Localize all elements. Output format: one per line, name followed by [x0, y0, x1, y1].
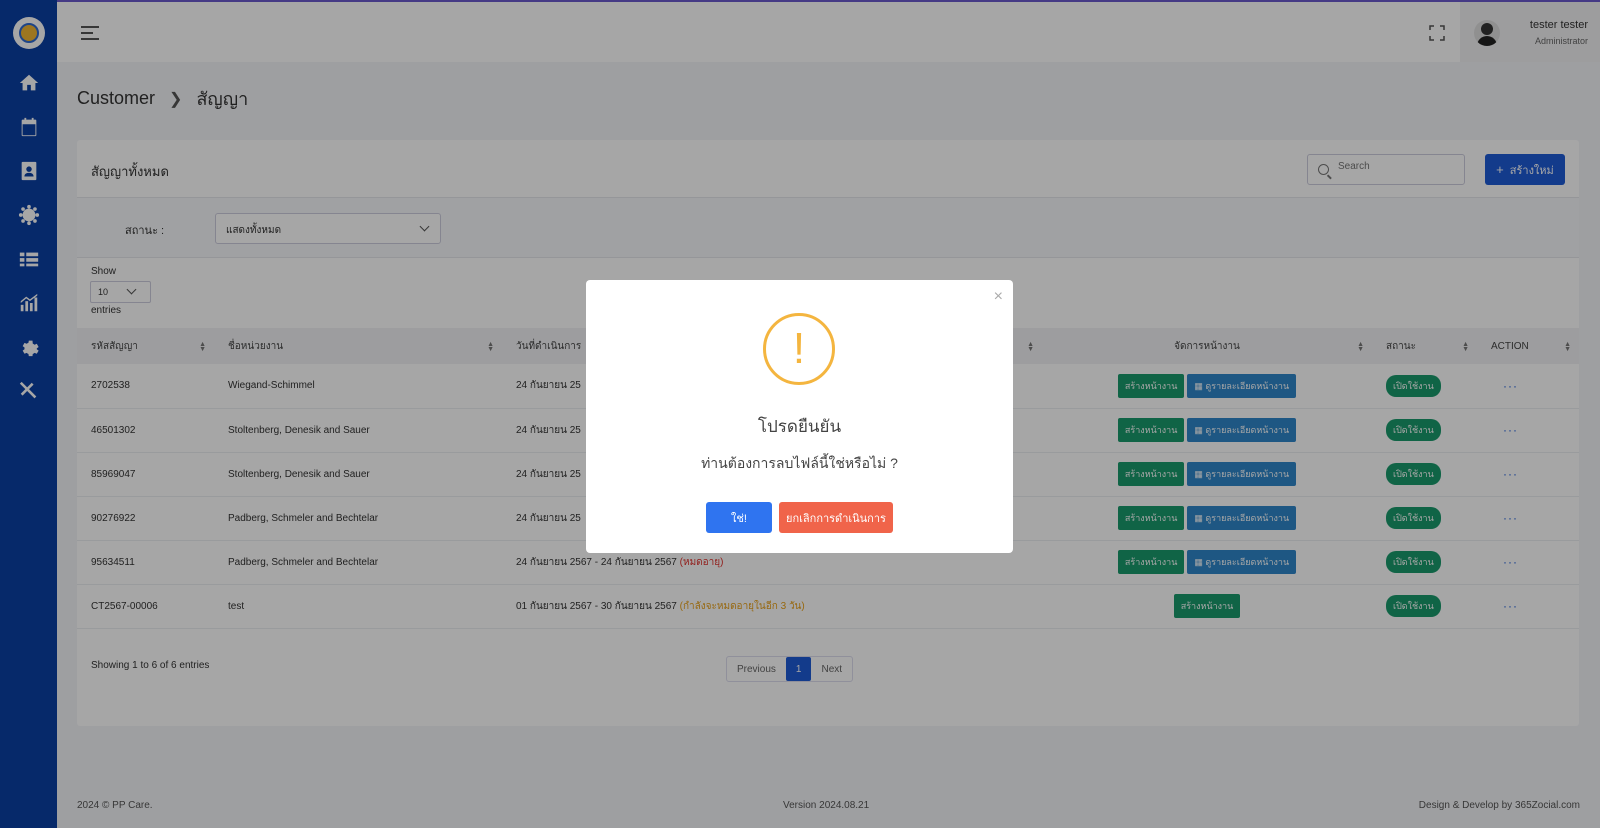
- dialog-message: ท่านต้องการลบไฟล์นี้ใช่หรือไม่ ?: [701, 455, 898, 471]
- close-icon[interactable]: ×: [994, 288, 1003, 306]
- cancel-button[interactable]: ยกเลิกการดำเนินการ: [779, 502, 893, 533]
- confirm-button[interactable]: ใช่!: [706, 502, 772, 533]
- dialog-title: โปรดยืนยัน: [757, 417, 842, 436]
- confirm-dialog: × ! โปรดยืนยัน ท่านต้องการลบไฟล์นี้ใช่หร…: [586, 280, 1013, 553]
- warning-icon: !: [763, 313, 835, 385]
